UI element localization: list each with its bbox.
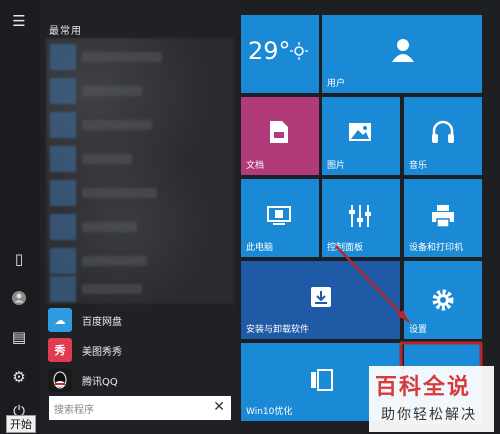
watermark-title: 百科全说 (375, 375, 472, 400)
watermark-subtitle: 助你轻松解决 (381, 407, 477, 423)
watermark: 百科全说 助你轻松解决 (369, 366, 494, 432)
